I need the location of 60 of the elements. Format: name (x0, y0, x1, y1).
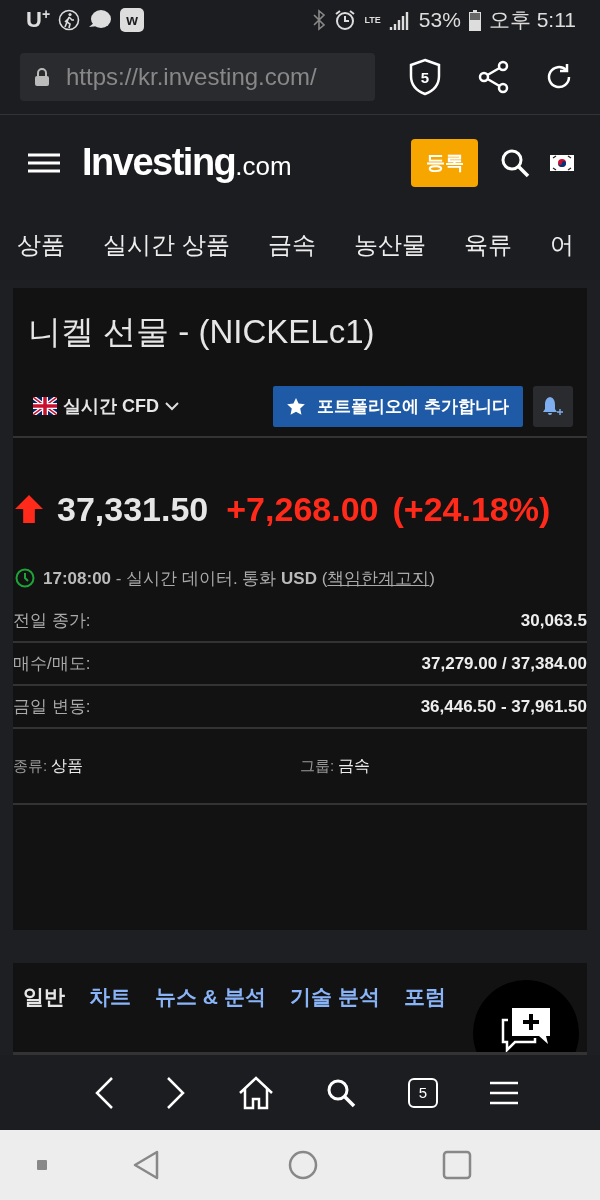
category-link[interactable]: 농산물 (353, 229, 426, 261)
bell-plus-icon (542, 395, 564, 417)
menu-icon[interactable] (28, 152, 60, 173)
carrier-label: U$^{+}$ (26, 6, 51, 34)
detail-value: 금속 (338, 756, 371, 774)
battery-percent: 53% (418, 8, 461, 32)
alert-button[interactable] (533, 385, 573, 427)
korea-flag-icon[interactable] (550, 154, 574, 171)
uk-flag-icon (33, 397, 57, 415)
search-icon[interactable] (326, 1077, 356, 1108)
disclaimer-link[interactable]: 책임한계고지 (327, 568, 430, 588)
category-link[interactable]: 상품 (17, 229, 65, 261)
battery-icon (468, 9, 481, 31)
address-field[interactable]: https://kr.investing.com/ (20, 53, 375, 101)
section-tab[interactable]: 기술 분석 (289, 983, 380, 1011)
last-price: 37,331.50 (57, 489, 209, 529)
detail-label: 종류: (13, 756, 48, 774)
info-value: 37,279.00 / 37,384.00 (421, 653, 587, 674)
add-to-portfolio-button[interactable]: 포트폴리오에 추가합니다 (273, 385, 523, 427)
instrument-title: 니켈 선물 - (NICKELc1) (27, 312, 376, 352)
network-type-label: LTE (364, 15, 381, 25)
lock-icon (34, 67, 50, 87)
signal-icon (388, 10, 411, 30)
share-icon[interactable] (478, 60, 510, 94)
detail-label: 그룹: (300, 756, 335, 774)
tab-count-button[interactable]: 5 (408, 1077, 438, 1108)
category-link[interactable]: 금속 (267, 229, 316, 261)
alarm-icon (334, 9, 357, 31)
clock: 오후 5:11 (488, 7, 576, 33)
app-icon: w (120, 8, 145, 32)
category-link[interactable]: 어 (549, 229, 574, 261)
menu-icon[interactable] (490, 1080, 518, 1105)
bluetooth-icon (312, 9, 327, 31)
star-icon (287, 397, 306, 415)
walking-icon (58, 9, 81, 31)
info-label: 매수/매도: (13, 653, 91, 675)
info-value: 30,063.5 (520, 610, 587, 631)
detail-value: 상품 (51, 756, 84, 774)
data-note: 17:08:00 - 실시간 데이터. 통화 USD (책임한계고지) (43, 567, 436, 590)
price-change-percent: (+24.18%) (392, 489, 551, 529)
shield-counter-button[interactable]: 5 (408, 58, 442, 96)
section-tab[interactable]: 일반 (23, 983, 65, 1011)
clock-icon (15, 568, 35, 588)
section-tab[interactable]: 뉴스 & 분석 (155, 983, 266, 1011)
section-tab[interactable]: 차트 (89, 983, 131, 1011)
speech-bubble-icon (88, 9, 113, 31)
search-icon[interactable] (500, 147, 530, 178)
recent-apps-icon[interactable] (442, 1150, 472, 1180)
info-value: 36,446.50 - 37,961.50 (420, 696, 587, 717)
category-link[interactable]: 실시간 상품 (103, 229, 230, 261)
info-label: 전일 종가: (13, 610, 91, 632)
investing-logo[interactable]: Investing.com (82, 141, 292, 184)
forward-icon[interactable] (166, 1075, 186, 1110)
price-change: +7,268.00 (226, 489, 379, 529)
chevron-down-icon (165, 401, 179, 411)
market-source-dropdown[interactable]: 실시간 CFD (33, 394, 179, 418)
url-text: https://kr.investing.com/ (66, 63, 317, 91)
info-label: 금일 변동: (13, 696, 91, 718)
category-link[interactable]: 육류 (463, 229, 512, 261)
section-tab[interactable]: 포럼 (403, 983, 446, 1011)
